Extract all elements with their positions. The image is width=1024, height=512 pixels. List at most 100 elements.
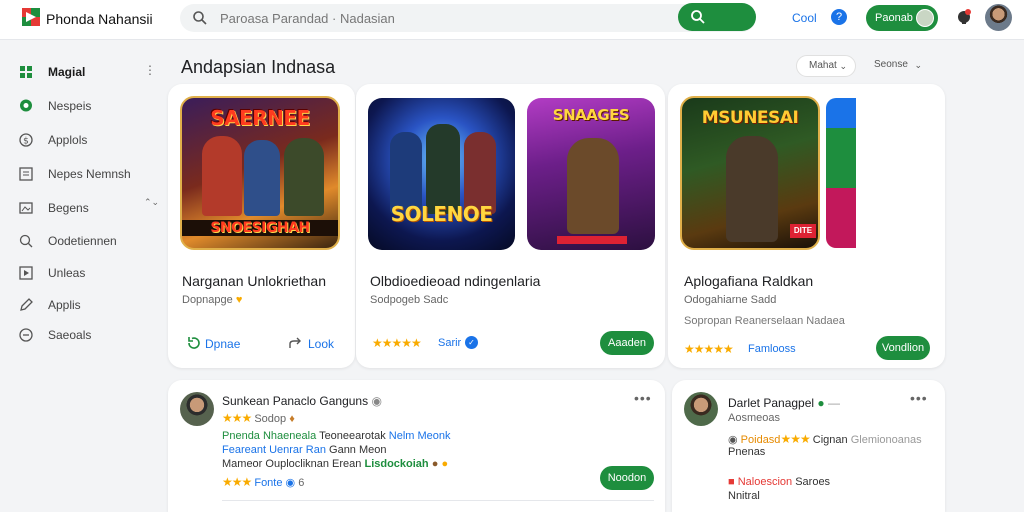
rating-stars: ★★★	[780, 432, 810, 446]
heart-badge-icon: ♥	[235, 294, 243, 306]
sidebar-item-home[interactable]: Magial ⋮	[18, 61, 158, 83]
sidebar-item-label: Unleas	[48, 266, 86, 280]
review-text-line: Pnenda Nhaeneala Teoneearotak Nelm Meonk	[222, 430, 451, 442]
verified-icon: ◉	[371, 394, 382, 408]
section-title: Andapsian Indnasa	[181, 57, 336, 77]
chevron-down-icon: ⌄	[839, 61, 847, 71]
sort-dropdown[interactable]: Seonse ⌄	[862, 55, 930, 77]
sidebar-item-label: Saeoals	[48, 328, 92, 342]
sidebar-item-news[interactable]: Nepes Nemnsh	[18, 163, 158, 185]
emoji-icon: ◉	[728, 434, 738, 446]
promo-label: Paonab	[875, 12, 913, 24]
rating-stars: ★★★★★	[684, 342, 734, 356]
alert-icon: ■	[728, 476, 735, 488]
open-action[interactable]: Dpnae	[205, 337, 240, 351]
game-description: Sopropan Reanerselaan Nadaea	[684, 315, 845, 327]
review-text-line: Pnenas	[728, 446, 766, 458]
promo-button[interactable]: Paonab	[866, 5, 938, 31]
game-publisher: Sodpogeb Sadc	[370, 294, 449, 306]
sidebar: Magial ⋮ Nespeis $ Applols Nepes Nemnsh …	[0, 41, 168, 512]
separator: —	[828, 396, 840, 410]
filter-label: Mahat	[809, 60, 837, 71]
info-circle-icon: $	[19, 133, 33, 147]
expand-toggle-icon[interactable]: ⌃⌄	[144, 198, 159, 207]
install-button[interactable]: Vondlion	[876, 336, 930, 360]
svg-text:$: $	[23, 137, 29, 147]
search-button[interactable]	[678, 3, 756, 31]
sidebar-item-updates[interactable]: Unleas	[18, 262, 158, 284]
sidebar-item-messages[interactable]: Nespeis	[18, 95, 158, 117]
game-art-figure	[726, 136, 778, 242]
review-meta: ★★★ Sodop ♦	[222, 411, 295, 425]
game-thumbnail[interactable]: SAERNEE SNOESIGHAH	[180, 96, 340, 250]
review-text-line: Mameor Ouplocliknan Erean Lisdockoiah ● …	[222, 458, 449, 470]
filter-dropdown[interactable]: Mahat ⌄	[796, 55, 856, 77]
review-actions: ★★★ Fonte ◉ 6	[222, 475, 305, 489]
game-thumbnail-partial[interactable]	[826, 98, 856, 248]
reviewer-name[interactable]: Sunkean Panaclo Ganguns ◉	[222, 394, 382, 408]
game-art-figure	[284, 138, 324, 216]
sidebar-item-search[interactable]: Oodetiennen	[18, 230, 158, 252]
game-title[interactable]: Narganan Unlokriethan	[182, 273, 352, 289]
verified-icon: ●	[817, 396, 825, 410]
game-art-figure	[426, 124, 460, 214]
search-icon	[19, 234, 33, 248]
more-options-icon[interactable]: •••	[910, 390, 928, 406]
game-art-badge: DITE	[790, 224, 816, 238]
install-button[interactable]: Aaaden	[600, 331, 654, 355]
game-card[interactable]: SAERNEE SNOESIGHAH Narganan Unlokriethan…	[168, 84, 355, 368]
game-art-subtitle: SNOESIGHAH	[182, 220, 338, 236]
image-icon	[19, 202, 33, 214]
rating-label[interactable]: Famlooss	[748, 343, 796, 355]
game-thumbnail[interactable]: SNAAGES	[527, 98, 655, 250]
game-art-banner	[557, 236, 627, 244]
game-card[interactable]: SOLENOE SNAAGES Olbdioedieoad ndingenlar…	[356, 84, 665, 368]
review-card[interactable]: Sunkean Panaclo Ganguns ◉ ★★★ Sodop ♦ ••…	[168, 380, 665, 512]
game-card[interactable]: MSUNESAI DITE Aplogafiana Raldkan Odogah…	[668, 84, 945, 368]
game-title[interactable]: Olbdioedieoad ndingenlaria	[370, 273, 540, 289]
game-art-figure	[244, 140, 280, 216]
refresh-icon	[188, 337, 200, 349]
app-logo-icon[interactable]	[20, 6, 42, 28]
more-options-icon[interactable]: •••	[634, 390, 652, 406]
rating-stars: ★★★	[222, 475, 252, 489]
game-title[interactable]: Aplogafiana Raldkan	[684, 273, 813, 289]
home-icon	[20, 66, 32, 78]
game-thumbnail[interactable]: SOLENOE	[368, 98, 515, 250]
game-art-title: MSUNESAI	[701, 108, 799, 128]
pencil-icon	[20, 298, 33, 311]
sidebar-item-label: Applis	[48, 298, 81, 312]
play-box-icon	[19, 266, 33, 280]
sidebar-item-label: Nepes Nemnsh	[48, 167, 131, 181]
reply-button[interactable]: Noodon	[600, 466, 654, 490]
news-icon	[19, 167, 33, 181]
game-thumbnail[interactable]: MSUNESAI DITE	[680, 96, 820, 250]
cool-link[interactable]: Cool	[792, 11, 817, 25]
sidebar-item-label: Nespeis	[48, 99, 92, 113]
sidebar-item-apps[interactable]: $ Applols	[18, 129, 158, 151]
share-icon	[289, 337, 301, 348]
notification-icon[interactable]	[955, 8, 973, 26]
rating-label[interactable]: Sarir	[438, 337, 461, 349]
help-icon[interactable]: ?	[831, 9, 847, 25]
sidebar-item-settings[interactable]: Saeoals	[18, 324, 158, 346]
review-text-line: ◉ Poidasd★★★ Cignan Glemionoanas	[728, 432, 922, 446]
review-text-line: ■ Naloescion Saroes	[728, 476, 831, 488]
brand-name[interactable]: Phonda Nahansii	[46, 11, 153, 27]
sidebar-item-applis[interactable]: Applis	[18, 294, 158, 316]
divider	[222, 500, 654, 501]
sidebar-item-pages[interactable]: Begens ⌃⌄	[18, 197, 159, 219]
search-input[interactable]	[220, 8, 660, 28]
user-avatar[interactable]	[985, 4, 1012, 31]
reviewer-name[interactable]: Darlet Panagpel ● —	[728, 396, 840, 410]
promo-avatar-icon	[916, 9, 934, 27]
review-card[interactable]: Darlet Panagpel ● — Aosmeoas ••• ◉ Poida…	[672, 380, 945, 512]
reviewer-avatar[interactable]	[684, 392, 718, 426]
game-art-title: SNAAGES	[552, 106, 630, 124]
sidebar-item-label: Magial	[48, 65, 86, 79]
top-bar: Phonda Nahansii Cool ? Paonab	[0, 0, 1024, 40]
search-bar[interactable]	[180, 4, 756, 32]
look-action[interactable]: Look	[308, 337, 334, 351]
reviewer-avatar[interactable]	[180, 392, 214, 426]
more-icon[interactable]: ⋮	[144, 63, 156, 77]
